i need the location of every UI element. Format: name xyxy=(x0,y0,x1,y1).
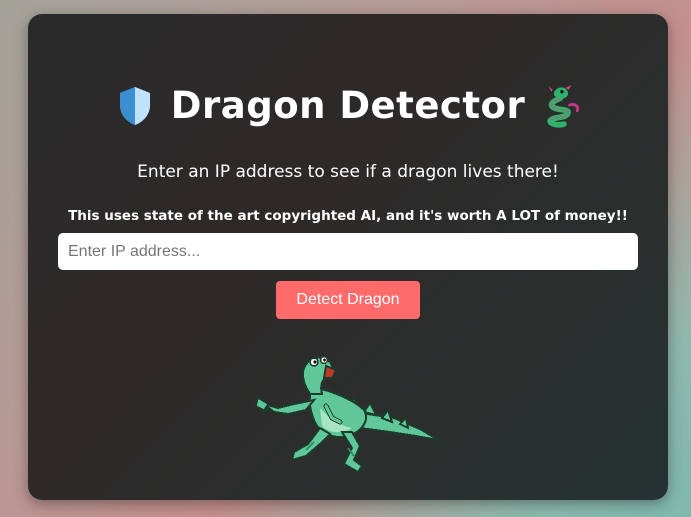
subtitle: Enter an IP address to see if a dragon l… xyxy=(137,162,559,182)
disclaimer-note: This uses state of the art copyrighted A… xyxy=(68,208,628,224)
dragon-emoji-icon xyxy=(541,82,581,130)
title-row: Dragon Detector xyxy=(28,80,668,132)
ip-address-input[interactable] xyxy=(58,233,638,270)
detector-card: Dragon Detector Enter an IP address to s… xyxy=(28,14,668,500)
detect-dragon-button[interactable]: Detect Dragon xyxy=(276,281,420,319)
page-title: Dragon Detector xyxy=(170,84,526,127)
running-dragon-illustration xyxy=(244,348,440,478)
shield-icon xyxy=(115,82,155,130)
